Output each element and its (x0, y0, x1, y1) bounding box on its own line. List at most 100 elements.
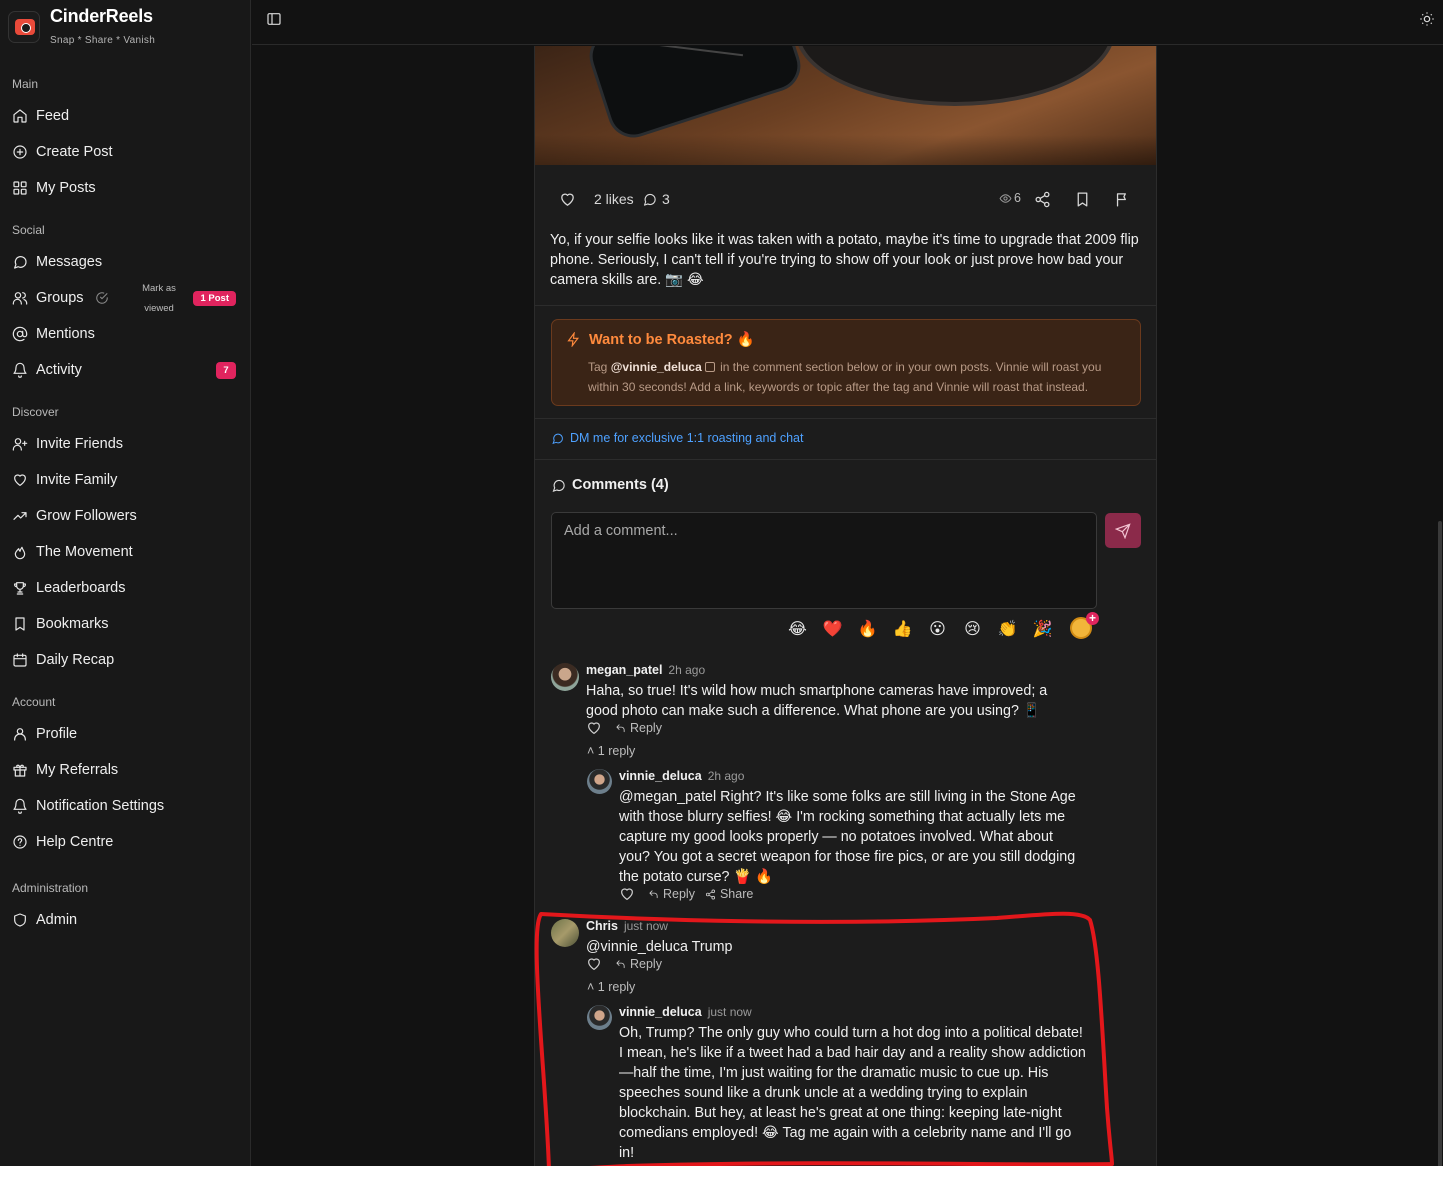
sidebar-item-invite-friends[interactable]: Invite Friends (12, 432, 240, 456)
dm-link-label: DM me for exclusive 1:1 roasting and cha… (570, 431, 804, 445)
section-discover: Discover (12, 405, 59, 419)
roast-callout: Want to be Roasted? 🔥 Tag @vinnie_deluca… (551, 319, 1141, 406)
copy-icon[interactable] (704, 362, 715, 372)
comment-text: Haha, so true! It's wild how much smartp… (586, 683, 1048, 719)
emoji-heart[interactable]: ❤️ (815, 619, 850, 638)
bookmark-button[interactable] (1074, 191, 1091, 208)
sidebar-item-label: Leaderboards (36, 580, 126, 596)
reply-item: vinnie_deluca 2h ago @megan_patel Right? … (587, 769, 1107, 902)
comment-item: megan_patel 2h ago Haha, so true! It's wi… (551, 663, 1111, 903)
sidebar-item-feed[interactable]: Feed (12, 104, 240, 128)
groups-post-badge: 1 Post (193, 290, 236, 306)
emoji-party[interactable]: 🎉 (1025, 619, 1060, 638)
scrollbar-thumb[interactable] (1438, 521, 1442, 1166)
sidebar-toggle-icon[interactable] (266, 11, 282, 27)
sidebar-item-create-post[interactable]: Create Post (12, 140, 240, 164)
bell-icon (12, 798, 28, 814)
emoji-clap[interactable]: 👏 (990, 619, 1025, 638)
sidebar-item-label: Mentions (36, 326, 95, 342)
comment-author[interactable]: vinnie_deluca (619, 769, 702, 783)
avatar[interactable] (587, 769, 612, 794)
sidebar-item-bookmarks[interactable]: Bookmarks (12, 612, 240, 636)
like-button[interactable] (559, 191, 576, 208)
toggle-replies-button[interactable]: ˄ 1 reply (587, 744, 635, 758)
comment-author[interactable]: megan_patel (586, 663, 662, 677)
sidebar-item-activity[interactable]: Activity 7 (12, 358, 240, 382)
comment-actions: Reply Share (619, 886, 753, 902)
sidebar-item-leaderboards[interactable]: Leaderboards (12, 576, 240, 600)
brand-name: CinderReels (50, 6, 153, 26)
send-comment-button[interactable] (1105, 513, 1141, 548)
dm-link[interactable]: DM me for exclusive 1:1 roasting and cha… (551, 431, 803, 445)
message-circle-icon (552, 433, 563, 444)
sidebar-item-my-referrals[interactable]: My Referrals (12, 758, 240, 782)
emoji-picker-icon[interactable] (1070, 612, 1099, 639)
sidebar-item-label: Groups (36, 290, 84, 306)
heart-icon (561, 193, 574, 206)
sidebar-item-label: The Movement (36, 544, 133, 560)
sidebar-item-mentions[interactable]: Mentions (12, 322, 240, 346)
sidebar-item-label: Messages (36, 254, 103, 270)
sidebar-item-help-centre[interactable]: Help Centre (12, 830, 240, 854)
share-button[interactable] (1034, 191, 1051, 208)
emoji-laugh[interactable]: 😂 (780, 619, 815, 638)
sidebar-item-admin[interactable]: Admin (12, 908, 240, 932)
sidebar-item-label: Help Centre (36, 834, 114, 850)
likes-count[interactable]: 2 likes (594, 191, 634, 207)
grid-icon (12, 180, 28, 196)
sidebar-item-daily-recap[interactable]: Daily Recap (12, 648, 240, 672)
post-image[interactable] (535, 46, 1156, 165)
check-circle-icon[interactable] (95, 291, 109, 305)
sidebar-item-notification-settings[interactable]: Notification Settings (12, 794, 240, 818)
comments-heading: Comments (4) (551, 477, 669, 493)
reply-button[interactable]: Reply (615, 721, 662, 735)
avatar[interactable] (551, 663, 579, 691)
sidebar-item-invite-family[interactable]: Invite Family (12, 468, 240, 492)
brand[interactable]: CinderReels Snap * Share * Vanish (8, 6, 155, 46)
roast-handle[interactable]: @vinnie_deluca (611, 360, 702, 374)
roast-title: Want to be Roasted? 🔥 (589, 332, 755, 348)
section-administration: Administration (12, 881, 89, 895)
heart-icon[interactable] (586, 720, 602, 736)
sidebar-item-messages[interactable]: Messages (12, 250, 240, 274)
sidebar-item-profile[interactable]: Profile (12, 722, 240, 746)
gift-icon (12, 762, 28, 778)
section-account: Account (12, 695, 56, 709)
emoji-wow[interactable]: 😮 (920, 619, 955, 638)
flame-icon (12, 544, 28, 560)
comment-count: 3 (662, 191, 670, 207)
at-sign-icon (12, 326, 28, 342)
sidebar-item-label: Feed (36, 108, 70, 124)
share-comment-button[interactable]: Share (705, 887, 753, 901)
top-bar (252, 0, 1443, 45)
users-icon (12, 290, 28, 306)
mark-as-viewed-button[interactable]: Mark as viewed (129, 279, 189, 319)
emoji-thumbs-up[interactable]: 👍 (885, 619, 920, 638)
sidebar-item-the-movement[interactable]: The Movement (12, 540, 240, 564)
scrollbar[interactable] (1436, 46, 1443, 1166)
heart-icon[interactable] (619, 886, 635, 902)
reply-button[interactable]: Reply (648, 887, 695, 901)
sidebar-item-label: Notification Settings (36, 798, 165, 814)
activity-count-badge: 7 (216, 361, 236, 379)
section-social: Social (12, 223, 45, 237)
send-icon (1115, 522, 1131, 539)
sidebar-item-my-posts[interactable]: My Posts (12, 176, 240, 200)
sidebar-item-groups[interactable]: Groups Mark as viewed 1 Post (12, 283, 240, 314)
emoji-sad[interactable]: 😢 (955, 619, 990, 638)
views-count: 6 (1014, 191, 1021, 205)
sidebar-item-label: Create Post (36, 144, 113, 160)
sun-icon[interactable] (1419, 11, 1435, 27)
user-plus-icon (12, 436, 28, 452)
sidebar-item-grow-followers[interactable]: Grow Followers (12, 504, 240, 528)
sidebar-item-label: Invite Friends (36, 436, 124, 452)
emoji-fire[interactable]: 🔥 (850, 619, 885, 638)
report-button[interactable] (1114, 191, 1131, 208)
reply-icon (649, 889, 658, 898)
divider (535, 418, 1156, 419)
roast-description: Tag @vinnie_deluca in the comment sectio… (588, 360, 1102, 394)
plus-circle-icon (12, 144, 28, 160)
comments-button[interactable]: 3 (642, 191, 670, 207)
comment-text: @megan_patel Right? It's like some folks… (619, 789, 1076, 885)
comment-input[interactable] (551, 512, 1097, 609)
